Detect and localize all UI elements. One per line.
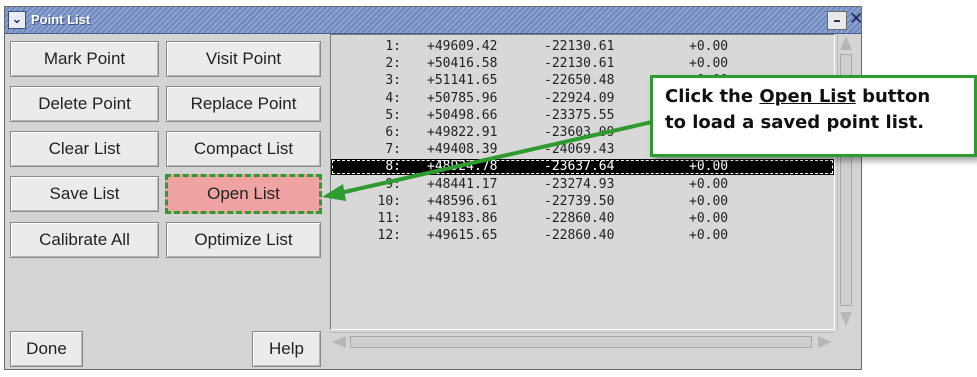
- point-index-cell: 3:: [385, 73, 401, 89]
- point-x-cell: +48596.61: [427, 193, 498, 209]
- list-item[interactable]: 12: +49615.65 -22860.40 +0.00: [331, 228, 834, 244]
- point-x-cell: +49408.39: [427, 142, 498, 158]
- scroll-left-arrow-icon[interactable]: [332, 336, 346, 348]
- point-y-cell: -22650.48: [544, 73, 615, 89]
- callout-text: Click the: [665, 86, 760, 107]
- title-bar[interactable]: ⌄ Point List – ✕: [5, 7, 863, 34]
- point-index-cell: 2:: [385, 56, 401, 72]
- horizontal-scrollbar[interactable]: [330, 332, 835, 352]
- point-index-cell: 1:: [385, 39, 401, 54]
- optimize-list-button[interactable]: Optimize List: [166, 222, 321, 258]
- point-x-cell: +50785.96: [427, 90, 498, 106]
- point-x-cell: +49183.86: [427, 211, 498, 226]
- point-x-cell: +48924.78: [427, 159, 498, 175]
- scroll-up-arrow-icon[interactable]: [840, 36, 852, 50]
- point-index-cell: 9:: [385, 176, 401, 192]
- callout-text-suffix: button: [855, 86, 931, 107]
- point-x-cell: +49822.91: [427, 125, 498, 140]
- point-x-cell: +49609.42: [427, 39, 498, 54]
- point-y-cell: -23637.64: [544, 159, 615, 175]
- window-title: Point List: [31, 12, 91, 27]
- callout-line-1: Click the Open List button: [665, 84, 974, 110]
- close-icon[interactable]: ✕: [849, 11, 863, 30]
- point-x-cell: +50498.66: [427, 107, 498, 123]
- point-index-cell: 12:: [377, 228, 401, 244]
- point-y-cell: -22130.61: [544, 39, 615, 54]
- window-menu-chevron-icon[interactable]: ⌄: [8, 11, 26, 29]
- point-index-cell: 5:: [385, 107, 401, 123]
- list-item[interactable]: 1: +49609.42 -22130.61 +0.00: [331, 39, 834, 55]
- instruction-callout: Click the Open List button to load a sav…: [650, 75, 977, 157]
- point-x-cell: +49615.65: [427, 228, 498, 244]
- point-z-cell: +0.00: [689, 159, 729, 175]
- point-y-cell: -23603.09: [544, 125, 615, 140]
- point-index-cell: 11:: [377, 211, 401, 226]
- save-list-button[interactable]: Save List: [10, 176, 159, 212]
- list-item[interactable]: 10: +48596.61 -22739.50 +0.00: [331, 194, 834, 210]
- compact-list-button[interactable]: Compact List: [166, 131, 321, 167]
- open-list-button[interactable]: Open List: [165, 174, 322, 214]
- point-z-cell: +0.00: [689, 193, 729, 209]
- scroll-down-arrow-icon[interactable]: [840, 312, 852, 326]
- point-y-cell: -23375.55: [544, 107, 615, 123]
- point-z-cell: +0.00: [689, 39, 729, 54]
- list-item[interactable]: 11: +49183.86 -22860.40 +0.00: [331, 211, 834, 227]
- point-x-cell: +48441.17: [427, 176, 498, 192]
- replace-point-button[interactable]: Replace Point: [166, 86, 321, 122]
- list-item[interactable]: 2: +50416.58 -22130.61 +0.00: [331, 56, 834, 72]
- delete-point-button[interactable]: Delete Point: [10, 86, 159, 122]
- mark-point-button[interactable]: Mark Point: [10, 41, 159, 77]
- point-y-cell: -22130.61: [544, 56, 615, 72]
- point-index-cell: 10:: [377, 193, 401, 209]
- point-z-cell: +0.00: [689, 56, 729, 72]
- h-scroll-thumb[interactable]: [350, 336, 812, 348]
- help-button[interactable]: Help: [252, 331, 321, 367]
- list-item[interactable]: 9: +48441.17 -23274.93 +0.00: [331, 177, 834, 193]
- clear-list-button[interactable]: Clear List: [10, 131, 159, 167]
- visit-point-button[interactable]: Visit Point: [166, 41, 321, 77]
- point-index-cell: 6:: [385, 125, 401, 140]
- point-x-cell: +50416.58: [427, 56, 498, 72]
- point-y-cell: -22924.09: [544, 90, 615, 106]
- point-y-cell: -22860.40: [544, 211, 615, 226]
- callout-link-text: Open List: [759, 86, 856, 107]
- list-item[interactable]: 8: +48924.78 -23637.64 +0.00: [331, 159, 834, 176]
- callout-line-2: to load a saved point list.: [665, 112, 925, 133]
- point-z-cell: +0.00: [689, 211, 729, 226]
- point-z-cell: +0.00: [689, 176, 729, 192]
- point-index-cell: 7:: [385, 142, 401, 158]
- point-z-cell: +0.00: [689, 228, 729, 244]
- point-index-cell: 4:: [385, 90, 401, 106]
- point-y-cell: -24069.43: [544, 142, 615, 158]
- point-y-cell: -23274.93: [544, 176, 615, 192]
- point-y-cell: -22739.50: [544, 193, 615, 209]
- scroll-right-arrow-icon[interactable]: [818, 336, 832, 348]
- point-x-cell: +51141.65: [427, 73, 498, 89]
- point-y-cell: -22860.40: [544, 228, 615, 244]
- done-button[interactable]: Done: [10, 331, 83, 367]
- point-index-cell: 8:: [385, 159, 401, 175]
- calibrate-all-button[interactable]: Calibrate All: [10, 222, 159, 258]
- minimize-icon[interactable]: –: [827, 11, 847, 30]
